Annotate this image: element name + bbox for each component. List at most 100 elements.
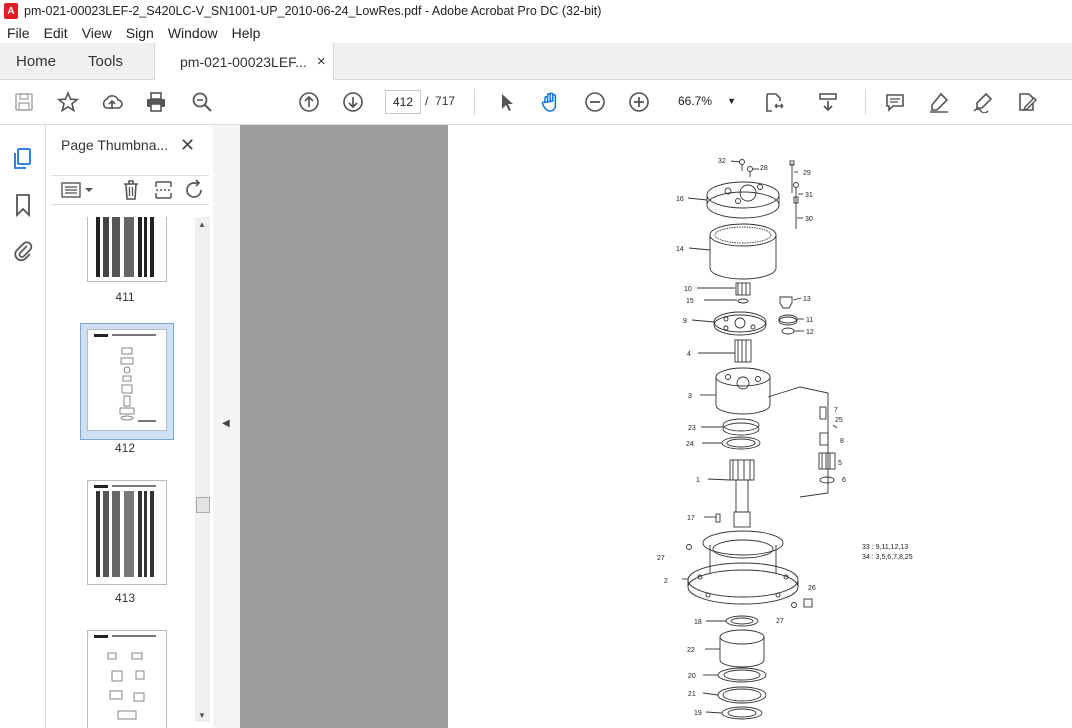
callout: 24: [686, 441, 694, 448]
thumbnail-scrollbar[interactable]: ▲ ▼: [195, 217, 210, 722]
select-cursor-icon[interactable]: [493, 88, 521, 116]
legend-line: 34 : 3,5,6,7,8,25: [862, 554, 913, 561]
highlight-icon[interactable]: [925, 88, 953, 116]
callout: 15: [686, 298, 694, 305]
page-number-input[interactable]: 412: [385, 90, 421, 114]
document-viewer[interactable]: 32 28 29 31 16 30 14 10 15 13 9 11 12 4 …: [240, 125, 1072, 728]
menu-sign[interactable]: Sign: [119, 25, 161, 41]
options-menu-icon[interactable]: [61, 181, 97, 199]
scrollbar-thumb[interactable]: [196, 497, 210, 513]
part-callouts: 32 28 29 31 16 30 14 10 15 13 9 11 12 4 …: [657, 158, 846, 717]
callout: 16: [676, 196, 684, 203]
thumbnail-label: 412: [114, 441, 136, 455]
exploded-parts-diagram: 32 28 29 31 16 30 14 10 15 13 9 11 12 4 …: [657, 158, 913, 720]
page-count: 717: [435, 94, 456, 108]
thumbnail-label: 411: [115, 290, 135, 304]
thumbnail-page[interactable]: [87, 480, 167, 585]
callout: 19: [694, 710, 702, 717]
thumbnail-page[interactable]: [87, 329, 167, 431]
callout: 3: [688, 393, 692, 400]
tab-document[interactable]: pm-021-00023LEF... ×: [154, 43, 334, 80]
save-icon[interactable]: [10, 88, 38, 116]
trash-icon[interactable]: [121, 179, 141, 201]
zoom-value: 66.7%: [678, 94, 713, 108]
callout: 31: [805, 192, 813, 199]
kit-legend: 33 : 9,11,12,13 34 : 3,5,6,7,8,25: [862, 544, 913, 561]
search-zoom-icon[interactable]: [188, 88, 216, 116]
toolbar-divider: [865, 89, 866, 115]
comment-icon[interactable]: [881, 88, 909, 116]
zoom-in-icon[interactable]: [625, 88, 653, 116]
chevron-down-icon: ▼: [727, 96, 736, 106]
callout: 10: [684, 286, 692, 293]
menu-view[interactable]: View: [75, 25, 119, 41]
callout: 17: [687, 515, 695, 522]
acrobat-app-icon: A: [4, 3, 18, 19]
tab-home[interactable]: Home: [16, 43, 56, 79]
close-icon[interactable]: ✕: [180, 135, 195, 156]
callout: 30: [805, 216, 813, 223]
page-thumbnails-icon[interactable]: [11, 147, 35, 171]
page-total: / 717: [425, 94, 455, 108]
callout: 27: [776, 618, 784, 625]
bookmarks-icon[interactable]: [13, 193, 33, 218]
attachments-icon[interactable]: [12, 238, 34, 262]
menu-window[interactable]: Window: [161, 25, 225, 41]
panel-toolbar: [51, 175, 209, 205]
scroll-down-icon[interactable]: ▼: [198, 711, 206, 720]
callout: 32: [718, 158, 726, 165]
prev-page-icon[interactable]: [295, 88, 323, 116]
hand-icon[interactable]: [537, 88, 565, 116]
callout: 11: [806, 317, 813, 324]
callout: 23: [688, 425, 696, 432]
collapse-panel-icon[interactable]: ◀: [222, 418, 230, 429]
toolbar-divider: [474, 89, 475, 115]
menu-bar: File Edit View Sign Window Help: [0, 22, 1072, 43]
callout: 13: [803, 296, 811, 303]
callout: 20: [688, 673, 696, 680]
tab-bar: Home Tools pm-021-00023LEF... ×: [0, 43, 1072, 80]
rotate-icon[interactable]: [185, 179, 205, 201]
tab-close-icon[interactable]: ×: [317, 53, 326, 70]
insert-page-icon[interactable]: [153, 179, 175, 201]
scroll-up-icon[interactable]: ▲: [198, 220, 206, 229]
toolbar: [0, 80, 1072, 125]
left-nav-rail: [0, 125, 46, 728]
legend-line: 33 : 9,11,12,13: [862, 544, 908, 551]
page-fit-icon[interactable]: [760, 88, 788, 116]
thumbnail-page[interactable]: [87, 217, 167, 282]
tab-tools[interactable]: Tools: [88, 43, 123, 79]
callout: 4: [687, 351, 691, 358]
callout: 9: [683, 318, 687, 325]
callout: 18: [694, 619, 702, 626]
thumbnail-page[interactable]: [87, 630, 167, 728]
callout: 22: [687, 647, 695, 654]
thumbnail-label: 413: [114, 591, 136, 605]
sign-icon[interactable]: [969, 88, 997, 116]
scroll-mode-icon[interactable]: [814, 88, 842, 116]
next-page-icon[interactable]: [339, 88, 367, 116]
upload-icon[interactable]: [98, 88, 126, 116]
menu-edit[interactable]: Edit: [37, 25, 75, 41]
callout: 12: [806, 329, 814, 336]
fill-sign-icon[interactable]: [1013, 88, 1041, 116]
print-icon[interactable]: [142, 88, 170, 116]
callout: 14: [676, 246, 684, 253]
callout: 25: [835, 417, 843, 424]
menu-help[interactable]: Help: [225, 25, 268, 41]
tab-document-label: pm-021-00023LEF...: [180, 53, 307, 70]
pdf-page: 32 28 29 31 16 30 14 10 15 13 9 11 12 4 …: [448, 125, 1072, 728]
menu-file[interactable]: File: [0, 25, 37, 41]
callout: 27: [657, 555, 665, 562]
callout: 29: [803, 170, 811, 177]
zoom-dropdown[interactable]: 66.7% ▼: [668, 90, 742, 112]
page-thumbnails-panel: Page Thumbna... ✕ 411 412 413 ▲ ▼: [46, 125, 214, 728]
callout: 26: [808, 585, 816, 592]
zoom-out-icon[interactable]: [581, 88, 609, 116]
panel-splitter[interactable]: ◀: [213, 125, 241, 728]
callout: 21: [688, 691, 696, 698]
bookmark-star-icon[interactable]: [54, 88, 82, 116]
callout: 28: [760, 165, 768, 172]
callout: 7: [834, 407, 838, 414]
callout: 8: [840, 438, 844, 445]
